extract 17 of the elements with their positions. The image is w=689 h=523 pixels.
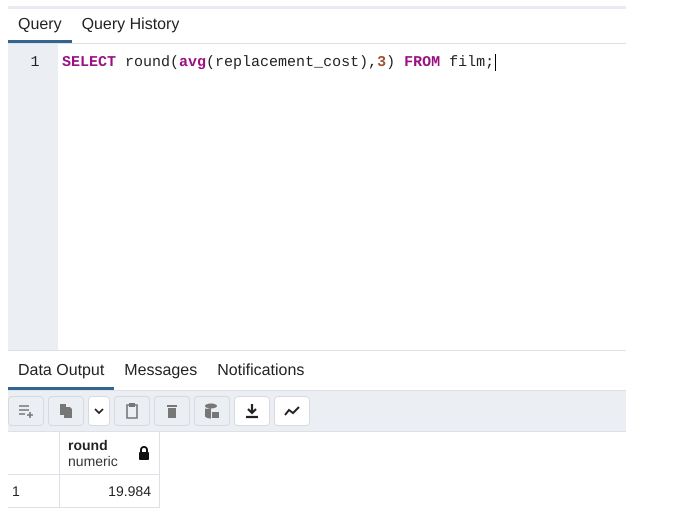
add-row-icon (17, 402, 35, 420)
download-icon (243, 402, 261, 420)
code-line: SELECT round(avg(replacement_cost),3) FROM film; (62, 54, 496, 71)
line-number: 1 (29, 53, 40, 71)
dropdown-button[interactable] (88, 396, 110, 426)
download-button[interactable] (234, 396, 270, 426)
tab[interactable]: Query History (72, 9, 190, 43)
graph-button[interactable] (274, 396, 310, 426)
column-name: round (68, 437, 109, 453)
clipboard-icon (123, 402, 141, 420)
tab[interactable]: Notifications (207, 354, 314, 390)
column-type: numeric (68, 453, 118, 469)
database-icon (203, 402, 221, 420)
table-cell: 19.984 (60, 475, 160, 508)
row-number: 1 (8, 475, 60, 508)
tab[interactable]: Messages (114, 354, 208, 390)
copy-icon (57, 402, 75, 420)
